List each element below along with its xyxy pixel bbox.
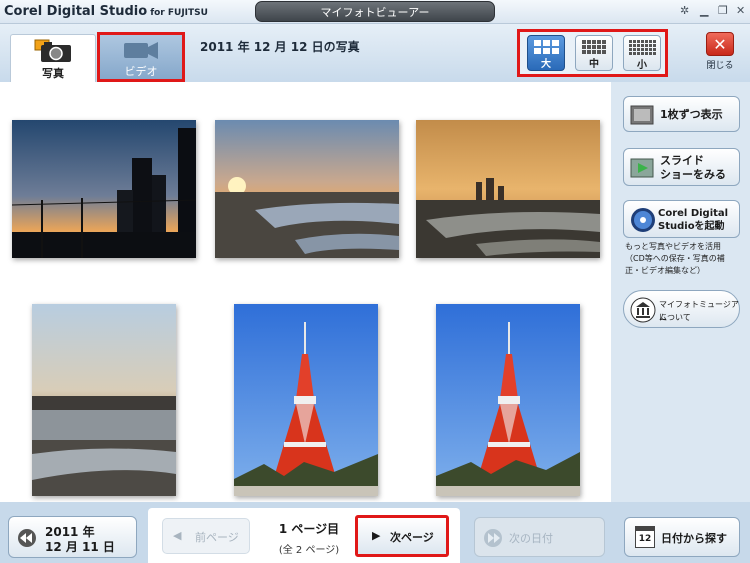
thumbnail-photo[interactable]: [12, 120, 196, 258]
size-small-button[interactable]: 小: [623, 35, 661, 71]
photo-museum-button[interactable]: マイフォトミュージアム について: [623, 290, 740, 328]
large-grid-icon: [533, 40, 559, 54]
settings-icon[interactable]: ✲: [680, 4, 689, 17]
find-by-date-button[interactable]: 12 日付から探す: [624, 517, 740, 557]
tab-video[interactable]: ビデオ: [97, 32, 185, 82]
previous-page-icon: ◀: [173, 529, 182, 542]
size-small-label: 小: [637, 60, 647, 71]
close-button[interactable]: ✕ 閉じる: [699, 32, 741, 72]
next-page-icon: ▶: [372, 529, 381, 542]
page-indicator: 1 ページ目 (全 2 ページ): [260, 520, 358, 556]
previous-page-button[interactable]: ◀ 前ページ: [162, 518, 250, 554]
size-medium-label: 中: [589, 59, 599, 70]
window-title: マイフォトビューアー: [255, 1, 495, 22]
small-grid-icon: [628, 40, 656, 55]
find-by-date-label: 日付から探す: [661, 532, 727, 545]
size-medium-button[interactable]: 中: [575, 35, 613, 71]
corel-label-1: Corel Digital: [658, 208, 729, 219]
medium-grid-icon: [582, 40, 606, 54]
previous-date-day: 12 月 11 日: [45, 540, 115, 554]
slideshow-button[interactable]: スライド ショーをみる: [623, 148, 740, 186]
museum-label-2: について: [659, 313, 691, 322]
thumbnail-photo[interactable]: [215, 120, 399, 258]
thumbnail-size-selector: 大 中 小: [517, 29, 668, 77]
thumbnail-photo[interactable]: [416, 120, 600, 258]
app-title: Corel Digital Studio for FUJITSU: [4, 4, 208, 19]
single-photo-icon: [630, 105, 654, 125]
camera-icon: [34, 39, 71, 62]
size-large-label: 大: [541, 59, 551, 70]
total-pages: (全 2 ページ): [278, 545, 340, 556]
single-view-button[interactable]: 1枚ずつ表示: [623, 96, 740, 132]
next-date-label: 次の日付: [509, 532, 553, 545]
launch-corel-button[interactable]: Corel Digital Studioを起動: [623, 200, 740, 238]
calendar-day: 12: [638, 534, 652, 544]
corel-caption-line-1: もっと写真やビデオを活用: [625, 242, 721, 251]
thumbnail-photo[interactable]: [234, 304, 378, 496]
slideshow-icon: [630, 158, 654, 178]
next-date-icon: [484, 529, 502, 547]
calendar-icon: 12: [635, 526, 655, 548]
app-suffix: for FUJITSU: [150, 8, 208, 18]
page-navigator: ◀ 前ページ 1 ページ目 (全 2 ページ) ▶ 次ページ: [148, 508, 460, 563]
next-page-button[interactable]: ▶ 次ページ: [355, 515, 449, 557]
disc-icon: [631, 208, 655, 232]
current-page: 1 ページ目: [278, 522, 340, 536]
minimize-icon[interactable]: ▁: [700, 4, 708, 17]
corel-caption: もっと写真やビデオを活用 （CD等への保存・写真の補 正・ビデオ編集など）: [625, 241, 747, 277]
slideshow-label-1: スライド: [660, 154, 704, 167]
single-view-label: 1枚ずつ表示: [660, 108, 723, 121]
title-bar: Corel Digital Studio for FUJITSU マイフォトビュー…: [0, 0, 750, 24]
corel-caption-line-2: （CD等への保存・写真の補: [625, 254, 725, 263]
tab-video-label: ビデオ: [124, 65, 158, 78]
size-large-button[interactable]: 大: [527, 35, 565, 71]
slideshow-label-2: ショーをみる: [660, 168, 726, 181]
previous-date-icon: [18, 529, 36, 547]
next-page-label: 次ページ: [390, 531, 434, 544]
page-title: 2011 年 12 月 12 日の写真: [200, 40, 360, 54]
header-bar: 写真 ビデオ 2011 年 12 月 12 日の写真 大 中 小 ✕ 閉じる: [0, 24, 750, 82]
tab-photo-label: 写真: [42, 67, 64, 80]
museum-icon: [630, 297, 656, 323]
restore-icon[interactable]: ❐: [718, 4, 728, 17]
corel-label-2: Studioを起動: [658, 221, 725, 232]
window-close-icon[interactable]: ✕: [736, 4, 745, 17]
close-icon: ✕: [706, 32, 734, 56]
thumbnail-grid: [0, 82, 611, 502]
app-name: Corel Digital Studio: [4, 4, 148, 19]
video-camera-icon: [124, 42, 158, 59]
right-panel: 1枚ずつ表示 スライド ショーをみる Corel Digital Studioを…: [611, 82, 750, 502]
previous-date-button[interactable]: 2011 年 12 月 11 日: [8, 516, 137, 558]
next-date-button[interactable]: 次の日付: [474, 517, 605, 557]
thumbnail-photo[interactable]: [436, 304, 580, 496]
corel-caption-line-3: 正・ビデオ編集など）: [625, 266, 705, 275]
tab-photo[interactable]: 写真: [10, 34, 96, 82]
close-label: 閉じる: [706, 61, 734, 71]
bottom-bar: 2011 年 12 月 11 日 ◀ 前ページ 1 ページ目 (全 2 ページ)…: [0, 502, 750, 563]
previous-page-label: 前ページ: [195, 531, 239, 544]
thumbnail-photo[interactable]: [32, 304, 176, 496]
